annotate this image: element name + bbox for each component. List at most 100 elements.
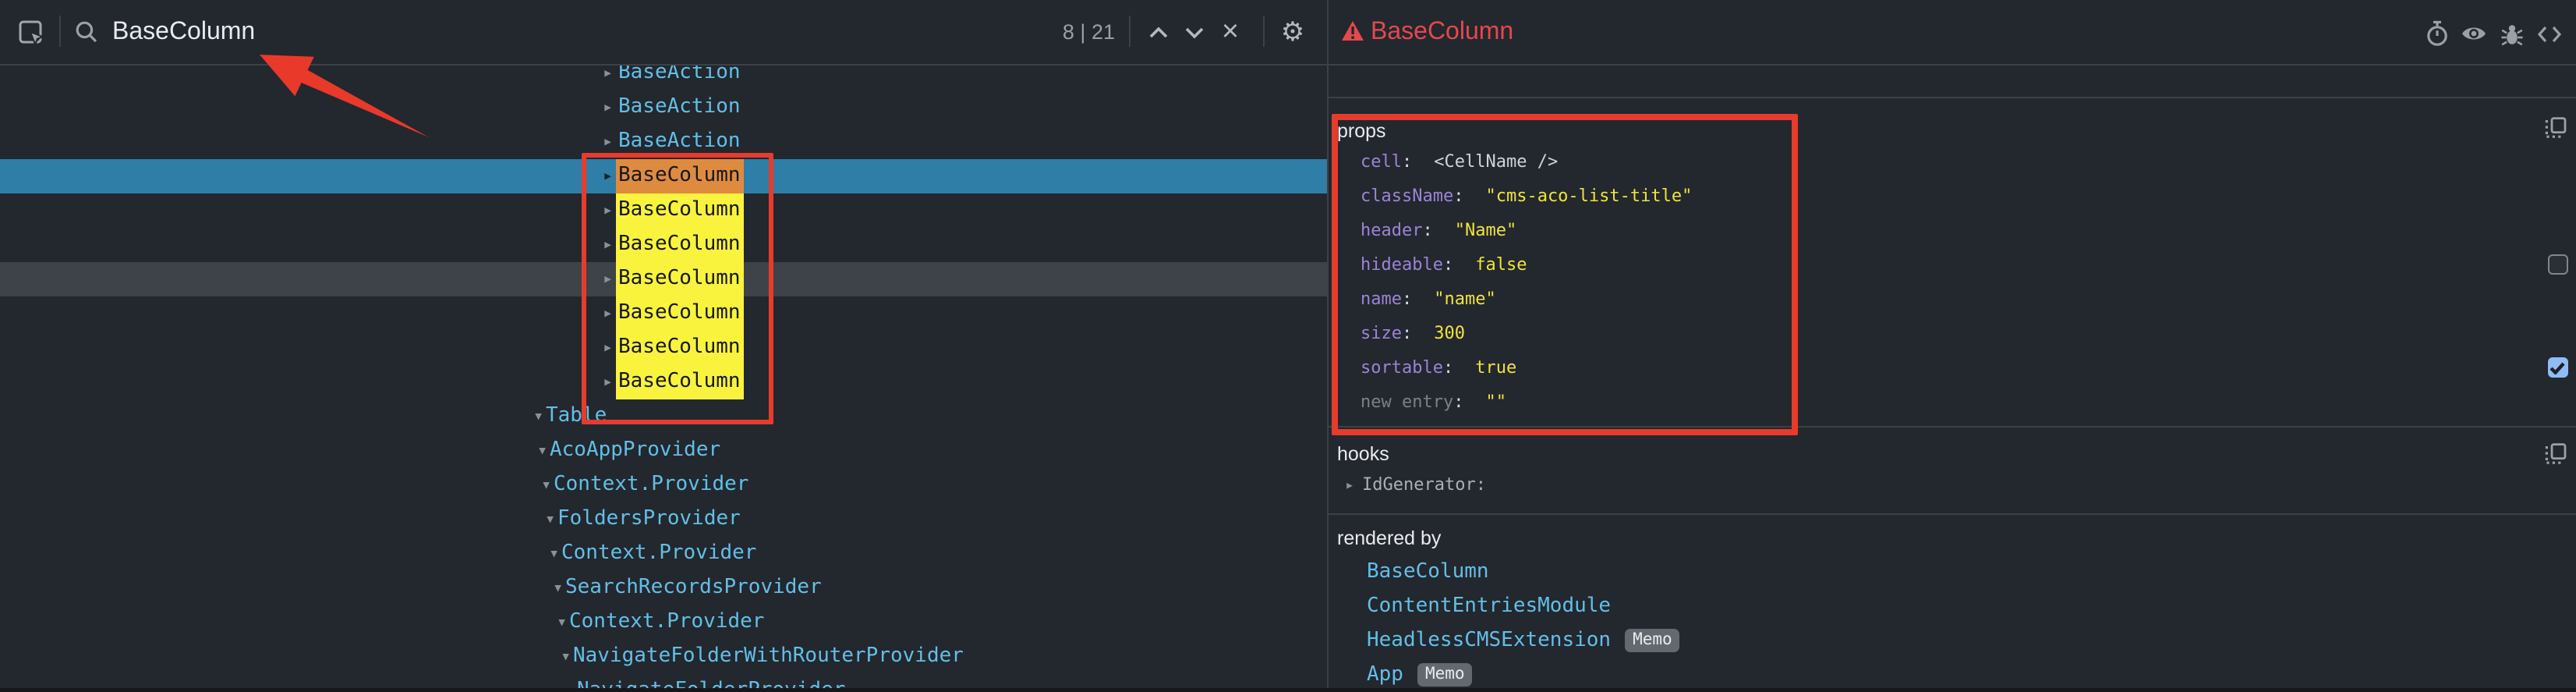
copy-props-button[interactable] [2545, 117, 2567, 139]
inspect-dom-button[interactable] [2459, 19, 2489, 48]
prop-value[interactable]: "Name" [1455, 219, 1517, 240]
next-match-button[interactable] [1179, 17, 1208, 47]
bug-icon [2499, 21, 2524, 46]
caret-right-icon[interactable]: ▸ [603, 64, 613, 90]
inspect-element-button[interactable] [16, 17, 47, 48]
component-name: Context.Provider [561, 536, 756, 570]
rendered-by-link-app[interactable]: App [1367, 662, 1403, 686]
tree-row-navigatefolderprovider[interactable]: ▾NavigateFolderProvider [0, 673, 1327, 688]
hooks-list: ▸IdGenerator: [1345, 468, 1486, 502]
prop-value[interactable]: "" [1485, 391, 1506, 411]
toolbar-separator [1263, 16, 1265, 47]
prop-name: size [1361, 322, 1402, 342]
caret-right-icon[interactable]: ▸ [603, 331, 613, 365]
rendered-by-link-contententriesmodule[interactable]: ContentEntriesModule [1367, 594, 1611, 617]
rendered-by-list: BaseColumn ContentEntriesModule HeadlessCM… [1367, 555, 2576, 692]
tree-row-baseaction[interactable]: ▸BaseAction [0, 90, 1327, 124]
caret-down-icon[interactable]: ▾ [533, 399, 543, 433]
stopwatch-icon [2424, 20, 2449, 47]
copy-hooks-button[interactable] [2545, 442, 2567, 464]
prop-name: sortable [1361, 357, 1443, 377]
search-input[interactable]: BaseColumn [112, 0, 255, 64]
component-name: BaseColumn [615, 331, 744, 365]
search-result-count: 8 | 21 [1014, 0, 1115, 64]
caret-down-icon[interactable]: ▾ [553, 570, 563, 605]
tree-row-table[interactable]: ▾Table [0, 399, 1327, 433]
caret-down-icon[interactable]: ▾ [549, 536, 559, 570]
prop-name: hideable [1361, 254, 1443, 274]
tree-row-searchrecordsprovider[interactable]: ▾SearchRecordsProvider [0, 570, 1327, 605]
caret-down-icon[interactable]: ▾ [557, 605, 567, 639]
tree-row-basecolumn[interactable]: ▸BaseColumn [0, 228, 1327, 262]
rendered-by-link-headlesscmsextension[interactable]: HeadlessCMSExtension [1367, 628, 1611, 651]
tree-row-basecolumn[interactable]: ▸BaseColumn [0, 296, 1327, 331]
tree-row-baseaction[interactable]: ▸BaseAction [0, 64, 1327, 90]
checkbox-unchecked-icon[interactable] [2547, 254, 2567, 275]
checkbox-checked-icon[interactable] [2547, 357, 2567, 378]
caret-down-icon[interactable]: ▾ [541, 467, 551, 502]
prop-colon: : [1402, 151, 1412, 171]
caret-down-icon[interactable]: ▾ [545, 502, 555, 536]
caret-down-icon[interactable]: ▾ [564, 673, 575, 688]
tree-row-basecolumn[interactable]: ▸BaseColumn [0, 331, 1327, 365]
prop-value[interactable]: true [1475, 357, 1516, 377]
prop-value[interactable]: false [1475, 254, 1527, 274]
prop-row-hideable: hideable:false [1361, 247, 2576, 282]
tree-row-basecolumn[interactable]: ▸BaseColumn [0, 193, 1327, 228]
code-brackets-icon [2536, 24, 2561, 43]
caret-right-icon[interactable]: ▸ [603, 90, 613, 124]
prop-value[interactable]: 300 [1434, 322, 1465, 342]
tree-row-navigatefolderwithrouterprovider[interactable]: ▾NavigateFolderWithRouterProvider [0, 639, 1327, 673]
suspend-toggle-button[interactable] [2422, 19, 2451, 48]
inspector-header-border [1329, 96, 2576, 98]
props-list: cell:<CellName />className:"cms-aco-list… [1361, 144, 2576, 419]
prop-row-new-entry: new entry:"" [1361, 385, 2576, 419]
tree-row-basecolumn[interactable]: ▸BaseColumn [0, 262, 1327, 296]
tree-row-context.provider[interactable]: ▾Context.Provider [0, 605, 1327, 639]
copy-icon [2545, 117, 2567, 139]
component-name: BaseColumn [615, 159, 744, 193]
chevron-down-icon [1184, 26, 1203, 38]
clear-search-button[interactable]: × [1215, 16, 1246, 47]
tree-row-context.provider[interactable]: ▾Context.Provider [0, 467, 1327, 502]
caret-right-icon[interactable]: ▸ [603, 365, 613, 399]
caret-right-icon[interactable]: ▸ [1345, 477, 1354, 495]
tree-row-foldersprovider[interactable]: ▾FoldersProvider [0, 502, 1327, 536]
tree-row-acoappprovider[interactable]: ▾AcoAppProvider [0, 433, 1327, 467]
caret-down-icon[interactable]: ▾ [537, 433, 547, 467]
prop-name: header [1361, 219, 1423, 240]
tree-row-basecolumn[interactable]: ▸BaseColumn [0, 159, 1327, 193]
debug-log-button[interactable] [2496, 19, 2526, 48]
previous-match-button[interactable] [1143, 17, 1173, 47]
component-name: NavigateFolderProvider [577, 673, 845, 688]
rendered-by-link-basecolumn[interactable]: BaseColumn [1367, 559, 1489, 583]
tree-row-context.provider[interactable]: ▾Context.Provider [0, 536, 1327, 570]
prop-row-header: header: "Name" [1361, 213, 2576, 247]
caret-right-icon[interactable]: ▸ [603, 262, 613, 296]
eye-icon [2461, 23, 2487, 44]
component-name: BaseColumn [615, 193, 744, 228]
prop-row-className: className:"cms-aco-list-title" [1361, 179, 2576, 213]
caret-right-icon[interactable]: ▸ [603, 159, 613, 193]
inspected-element-title: BaseColumn [1371, 0, 1513, 64]
components-toolbar: BaseColumn 8 | 21 × ⚙ [0, 0, 1327, 64]
rendered-by-row: HeadlessCMSExtensionMemo [1367, 623, 2576, 658]
caret-right-icon[interactable]: ▸ [603, 296, 613, 331]
settings-button[interactable]: ⚙ [1277, 16, 1308, 48]
component-name: FoldersProvider [557, 502, 741, 536]
prop-value[interactable]: <CellName /> [1434, 151, 1558, 171]
prop-value[interactable]: "cms-aco-list-title" [1485, 185, 1692, 205]
view-source-button[interactable] [2534, 19, 2564, 48]
caret-right-icon[interactable]: ▸ [603, 228, 613, 262]
tree-row-basecolumn[interactable]: ▸BaseColumn [0, 365, 1327, 399]
caret-right-icon[interactable]: ▸ [603, 124, 613, 158]
prop-colon: : [1423, 219, 1433, 240]
tree-row-baseaction[interactable]: ▸BaseAction [0, 124, 1327, 158]
caret-down-icon[interactable]: ▾ [561, 639, 571, 673]
panel-divider[interactable] [1327, 0, 1329, 688]
caret-right-icon[interactable]: ▸ [603, 193, 613, 228]
prop-value[interactable]: "name" [1434, 288, 1496, 308]
rendered-by-row: AppMemo [1367, 658, 2576, 692]
search-icon [73, 19, 98, 44]
inspected-element-header [1327, 0, 2576, 64]
